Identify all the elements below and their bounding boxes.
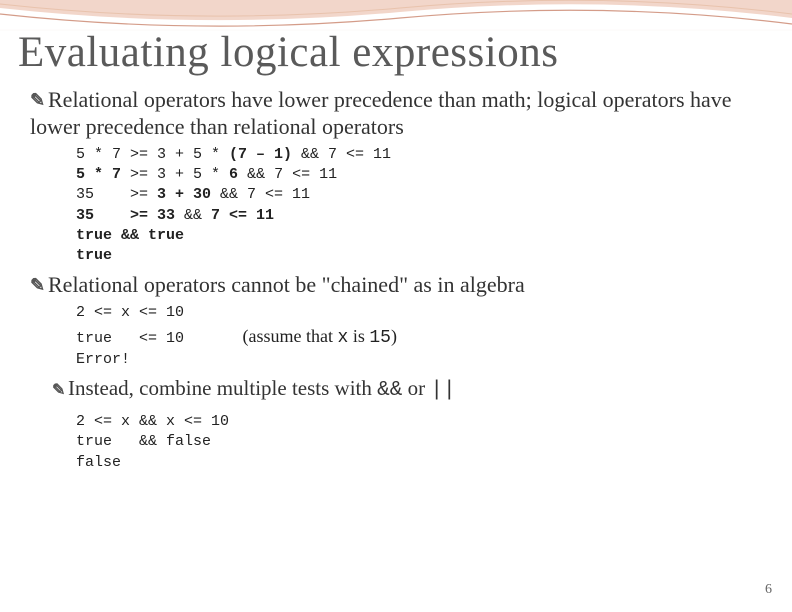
code-line: <= 10 <box>130 304 184 321</box>
code-bold: 6 <box>229 166 238 183</box>
code-line: && <box>130 413 166 430</box>
code-bold: false <box>166 433 211 450</box>
code-line: && 7 <= 11 <box>238 166 337 183</box>
code-bold: true <box>76 330 112 347</box>
code-bold: 7 <= 11 <box>211 207 274 224</box>
slide-title: Evaluating logical expressions <box>0 0 792 81</box>
bullet-text: Relational operators have lower preceden… <box>30 87 732 139</box>
code-bold: true && true <box>76 227 184 244</box>
bullet-chaining: ✎Relational operators cannot be "chained… <box>30 272 762 299</box>
bullet-icon: ✎ <box>52 380 68 400</box>
code-line: 5 * 7 >= 3 + 5 * <box>76 146 229 163</box>
slide-content: ✎Relational operators have lower precede… <box>0 81 792 473</box>
code-line: >= 3 + 5 * <box>121 166 229 183</box>
note-code: 15 <box>369 328 391 348</box>
code-line: <= 10 <box>112 330 184 347</box>
code-bold: 3 + 30 <box>157 186 211 203</box>
inline-or: || <box>430 379 455 402</box>
assume-note: (assume that x is 15) <box>184 326 397 346</box>
code-combined-tests: 2 <= x && x <= 10 true && false false <box>76 412 762 473</box>
code-line: && 7 <= 11 <box>211 186 310 203</box>
page-number: 6 <box>765 582 772 598</box>
bullet-precedence: ✎Relational operators have lower precede… <box>30 87 762 141</box>
code-precedence-eval: 5 * 7 >= 3 + 5 * (7 – 1) && 7 <= 11 5 * … <box>76 145 762 267</box>
code-line: && 7 <= 11 <box>292 146 391 163</box>
bullet-icon: ✎ <box>30 87 48 114</box>
code-line: && <box>175 207 211 224</box>
sub-text: Instead, combine multiple tests with <box>68 376 377 400</box>
code-bold: x <= 10 <box>166 413 229 430</box>
note-text: (assume that <box>243 326 338 346</box>
code-chaining-error: 2 <= x <= 10 true <= 10 (assume that x i… <box>76 303 762 370</box>
note-text: is <box>348 326 369 346</box>
code-bold: true <box>76 247 112 264</box>
bullet-text: Relational operators cannot be "chained"… <box>48 272 525 297</box>
code-bold: 2 <= x <box>76 413 130 430</box>
code-bold: false <box>76 454 121 471</box>
code-bold: true <box>76 433 112 450</box>
code-bold: 5 * 7 <box>76 166 121 183</box>
code-bold: 35 >= 33 <box>76 207 175 224</box>
code-line: 35 >= <box>76 186 157 203</box>
sub-text: or <box>402 376 430 400</box>
code-bold: 2 <= x <box>76 304 130 321</box>
code-line: && <box>112 433 166 450</box>
note-code: x <box>338 328 349 348</box>
note-text: ) <box>391 326 397 346</box>
bullet-icon: ✎ <box>30 272 48 299</box>
sub-bullet-instead: ✎Instead, combine multiple tests with &&… <box>52 376 762 402</box>
code-bold: Error! <box>76 351 130 368</box>
inline-and: && <box>377 379 402 402</box>
code-bold: (7 – 1) <box>229 146 292 163</box>
